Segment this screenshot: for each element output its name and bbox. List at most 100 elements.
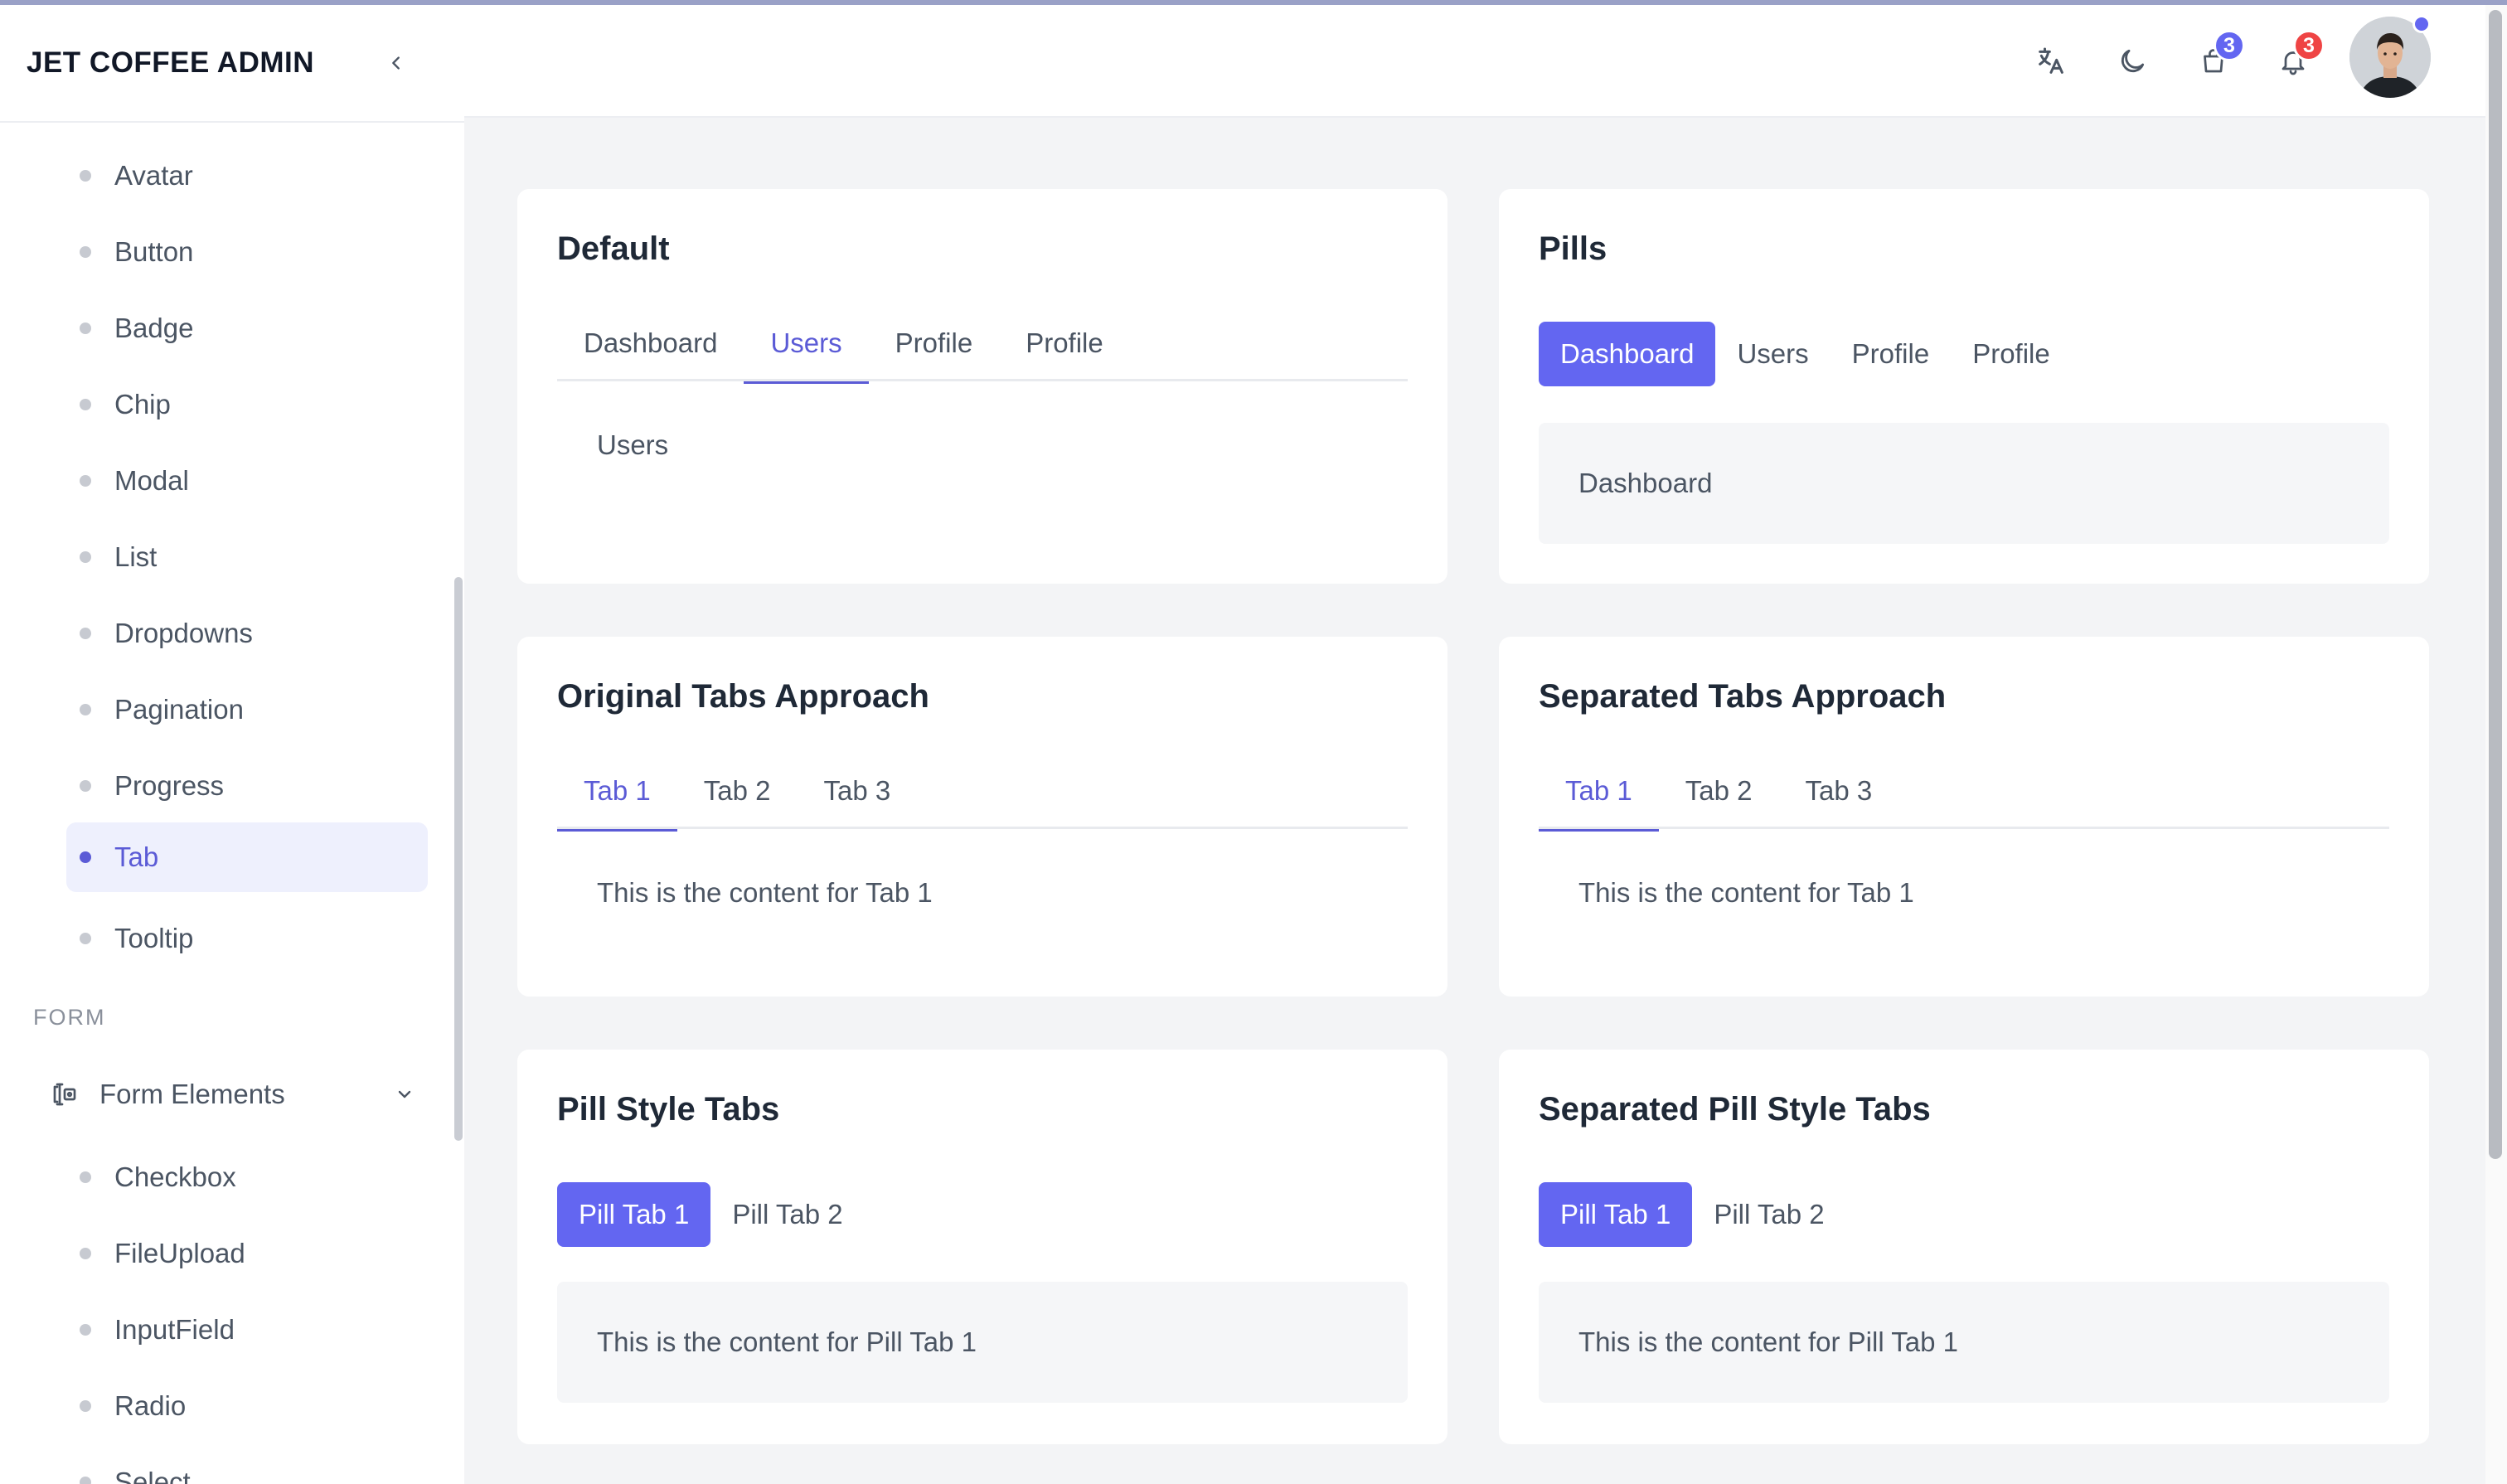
tab-profile-2[interactable]: Profile	[999, 305, 1130, 381]
sidebar-item-label: Tab	[114, 841, 159, 872]
tab-profile[interactable]: Profile	[869, 305, 1000, 381]
sidebar-item-button[interactable]: Button	[66, 217, 428, 287]
bullet-icon	[80, 1400, 91, 1412]
tab-panel-content: Users	[597, 429, 669, 460]
pill-profile-2[interactable]: Profile	[1951, 322, 2072, 386]
pill-bar: Pill Tab 1 Pill Tab 2	[557, 1182, 865, 1247]
sidebar-item-label: Badge	[114, 313, 194, 343]
sidebar-item-pagination[interactable]: Pagination	[66, 675, 428, 744]
sidebar-item-label: Progress	[114, 770, 225, 801]
sidebar-item-select[interactable]: Select	[66, 1448, 428, 1484]
tab-panel-content: This is the content for Tab 1	[1578, 877, 1914, 908]
card-title: Default	[557, 230, 670, 267]
bullet-icon	[80, 933, 91, 944]
notifications-button[interactable]: 3	[2273, 30, 2325, 81]
tab-1[interactable]: Tab 1	[1539, 753, 1659, 832]
sidebar-item-label: Modal	[114, 465, 189, 496]
notification-count-badge: 3	[2293, 30, 2325, 61]
sidebar-item-label: Pagination	[114, 694, 244, 725]
pill-users[interactable]: Users	[1715, 322, 1830, 386]
sidebar-item-label: Tooltip	[114, 923, 194, 953]
pill-panel-content: This is the content for Pill Tab 1	[557, 1282, 1408, 1403]
bullet-icon	[80, 551, 91, 563]
pill-bar: Dashboard Users Profile Profile	[1539, 322, 2072, 386]
tab-panel-content: This is the content for Tab 1	[597, 877, 933, 908]
tab-2[interactable]: Tab 2	[677, 753, 798, 829]
tab-1[interactable]: Tab 1	[557, 753, 677, 832]
topbar: 3 3	[464, 5, 2485, 118]
sidebar-item-label: Radio	[114, 1390, 187, 1421]
sidebar-item-label: Chip	[114, 389, 171, 419]
sidebar-item-fileupload[interactable]: FileUpload	[66, 1219, 428, 1288]
tab-users[interactable]: Users	[744, 305, 869, 384]
bullet-icon	[80, 1324, 91, 1336]
collapse-sidebar-button[interactable]	[378, 45, 415, 81]
card-original-tabs: Original Tabs Approach Tab 1 Tab 2 Tab 3…	[517, 637, 1447, 997]
chevron-left-icon	[392, 56, 400, 70]
sidebar-item-label: Checkbox	[114, 1161, 236, 1192]
bullet-icon	[80, 475, 91, 487]
sidebar-item-label: List	[114, 541, 158, 572]
sidebar-item-badge[interactable]: Badge	[66, 293, 428, 363]
sidebar-scrollbar[interactable]	[454, 577, 463, 1141]
tab-2[interactable]: Tab 2	[1659, 753, 1779, 829]
pill-dashboard[interactable]: Dashboard	[1539, 322, 1716, 386]
pill-profile[interactable]: Profile	[1831, 322, 1952, 386]
card-pills-tabs: Pills Dashboard Users Profile Profile Da…	[1499, 189, 2429, 584]
bullet-icon	[80, 399, 91, 410]
sidebar-item-dropdowns[interactable]: Dropdowns	[66, 599, 428, 668]
tab-bar: Tab 1 Tab 2 Tab 3	[1539, 753, 2389, 832]
sidebar-item-label: FileUpload	[114, 1238, 245, 1268]
tab-3[interactable]: Tab 3	[797, 753, 917, 829]
pill-tab-2[interactable]: Pill Tab 2	[710, 1182, 864, 1247]
bullet-icon	[80, 780, 91, 792]
bullet-icon	[80, 1171, 91, 1183]
sidebar-item-progress[interactable]: Progress	[66, 751, 428, 821]
sidebar-item-chip[interactable]: Chip	[66, 370, 428, 439]
sidebar-item-label: Select	[114, 1467, 191, 1484]
theme-toggle-button[interactable]	[2112, 41, 2152, 81]
bullet-icon	[80, 1477, 91, 1484]
bullet-icon	[80, 170, 91, 182]
sidebar-item-label: Avatar	[114, 160, 193, 191]
sidebar-group-form-elements[interactable]: Form Elements	[50, 1060, 415, 1129]
sidebar-item-radio[interactable]: Radio	[66, 1371, 428, 1441]
tab-3[interactable]: Tab 3	[1778, 753, 1898, 829]
sidebar-section-form: FORM	[33, 1005, 106, 1030]
card-title: Separated Pill Style Tabs	[1539, 1091, 1931, 1128]
cart-count-badge: 3	[2214, 30, 2245, 61]
moon-icon	[2121, 49, 2145, 73]
sidebar-group-label: Form Elements	[99, 1079, 285, 1109]
language-button[interactable]	[2031, 41, 2071, 81]
bullet-icon	[80, 323, 91, 334]
sidebar-item-tooltip[interactable]: Tooltip	[66, 904, 428, 973]
window-top-border	[0, 0, 2507, 5]
sidebar-item-inputfield[interactable]: InputField	[66, 1295, 428, 1365]
sidebar-item-list[interactable]: List	[66, 522, 428, 592]
pill-tab-1[interactable]: Pill Tab 1	[1539, 1182, 1693, 1247]
sidebar-item-label: Button	[114, 236, 194, 267]
cart-button[interactable]: 3	[2194, 30, 2245, 81]
page-scrollbar[interactable]	[2489, 10, 2502, 1159]
sidebar-item-label: InputField	[114, 1314, 235, 1345]
pill-tab-2[interactable]: Pill Tab 2	[1692, 1182, 1845, 1247]
tab-bar: Dashboard Users Profile Profile	[557, 305, 1408, 384]
sidebar-item-tab[interactable]: Tab	[66, 822, 428, 892]
sidebar-item-avatar[interactable]: Avatar	[66, 141, 428, 211]
brand-title: JET COFFEE ADMIN	[27, 46, 314, 79]
pill-tab-1[interactable]: Pill Tab 1	[557, 1182, 711, 1247]
translate-icon	[2039, 47, 2063, 74]
card-separated-tabs: Separated Tabs Approach Tab 1 Tab 2 Tab …	[1499, 637, 2429, 997]
sidebar: JET COFFEE ADMIN Avatar Button Badge Chi…	[0, 5, 464, 1484]
tab-dashboard[interactable]: Dashboard	[557, 305, 744, 381]
online-status-indicator	[2412, 15, 2431, 33]
sidebar-item-modal[interactable]: Modal	[66, 446, 428, 516]
sidebar-item-label: Dropdowns	[114, 618, 253, 648]
form-elements-icon	[53, 1083, 76, 1106]
sidebar-item-checkbox[interactable]: Checkbox	[66, 1142, 428, 1212]
card-pill-style-tabs: Pill Style Tabs Pill Tab 1 Pill Tab 2 Th…	[517, 1050, 1447, 1444]
sidebar-header: JET COFFEE ADMIN	[0, 5, 464, 123]
card-default-tabs: Default Dashboard Users Profile Profile …	[517, 189, 1447, 584]
card-title: Original Tabs Approach	[557, 678, 929, 715]
pill-bar: Pill Tab 1 Pill Tab 2	[1539, 1182, 1846, 1247]
